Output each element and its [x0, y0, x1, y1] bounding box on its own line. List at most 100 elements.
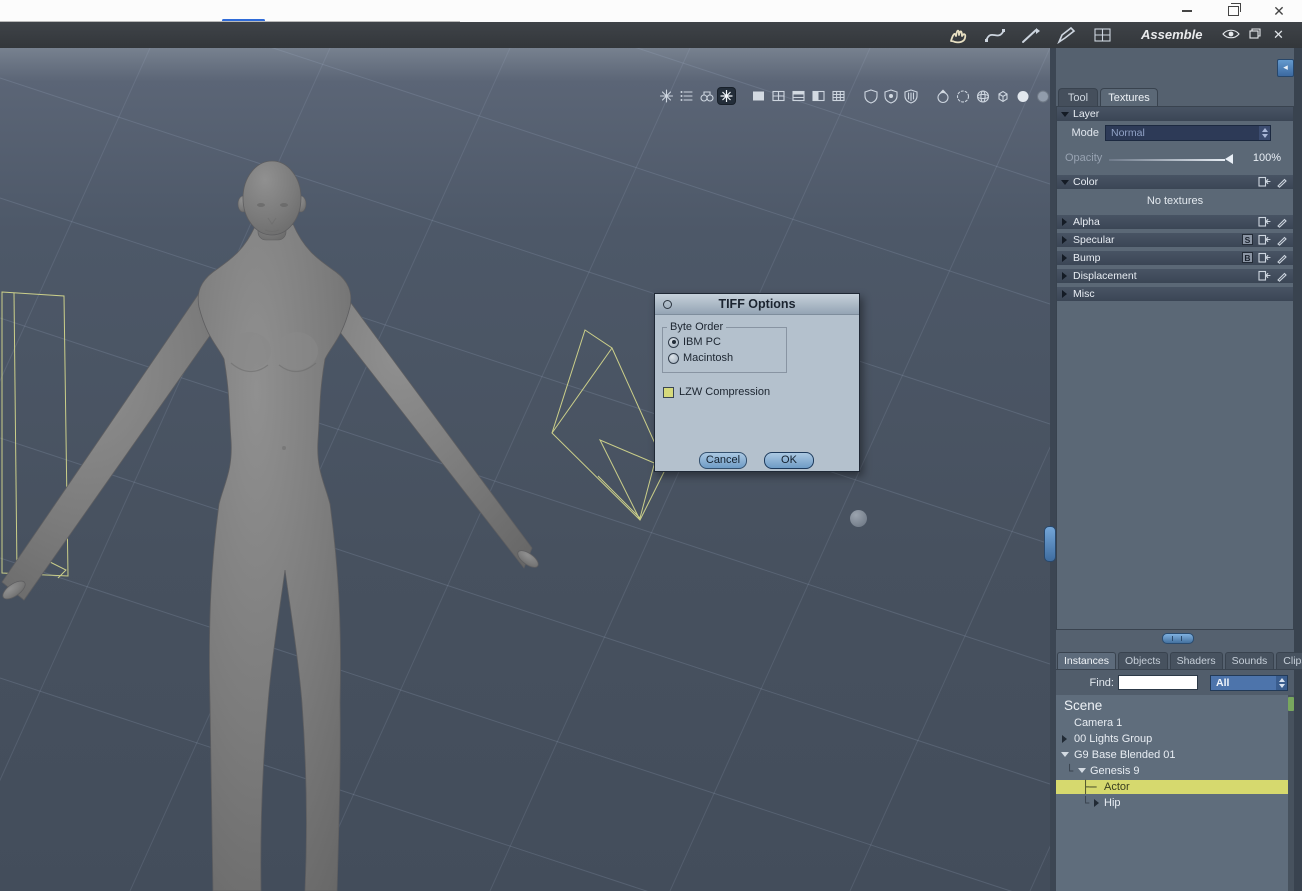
chevron-right-icon[interactable]	[1062, 735, 1067, 743]
panel-divider-grip[interactable]	[1044, 526, 1056, 562]
tree-row-hip[interactable]: └ Hip	[1056, 795, 1288, 811]
chevron-right-icon[interactable]	[1094, 799, 1099, 807]
tab-sounds[interactable]: Sounds	[1224, 652, 1275, 669]
wand-icon[interactable]	[658, 88, 675, 104]
list-icon[interactable]	[678, 88, 695, 104]
import-icon[interactable]	[1258, 270, 1271, 286]
app-toolbar: Assemble ✕	[0, 22, 1302, 48]
edit-icon[interactable]	[1276, 234, 1289, 250]
spline-tool-icon[interactable]	[982, 25, 1008, 45]
tab-objects[interactable]: Objects	[1117, 652, 1168, 669]
opacity-slider-track[interactable]	[1109, 159, 1225, 161]
displacement-section-header[interactable]: Displacement	[1057, 269, 1293, 283]
tiff-options-dialog: TIFF Options Byte Order IBM PC Macintosh…	[654, 293, 860, 472]
chevron-right-icon	[1062, 236, 1067, 244]
radio-button-icon[interactable]	[668, 336, 679, 348]
shield-icon[interactable]	[862, 88, 879, 104]
close-icon[interactable]: ✕	[1262, 0, 1296, 22]
grid-tool-icon[interactable]	[1090, 25, 1116, 45]
import-icon[interactable]	[1258, 234, 1271, 250]
viewport-toolbar	[658, 88, 1051, 104]
hand-tool-icon[interactable]	[946, 25, 972, 45]
radio-ibm-pc[interactable]: IBM PC	[668, 336, 721, 348]
close-panel-icon[interactable]: ✕	[1273, 27, 1284, 43]
import-icon[interactable]	[1258, 252, 1271, 268]
specular-header-label: Specular	[1073, 234, 1115, 246]
tab-tool[interactable]: Tool	[1058, 88, 1098, 106]
alpha-section-header[interactable]: Alpha	[1057, 215, 1293, 229]
bump-section-header[interactable]: Bump B	[1057, 251, 1293, 265]
radio-macintosh[interactable]: Macintosh	[668, 352, 733, 364]
color-section-header[interactable]: Color	[1057, 175, 1293, 189]
chevron-down-icon[interactable]	[1078, 768, 1086, 773]
tree-item-label: Genesis 9	[1090, 765, 1140, 777]
shield-lines-icon[interactable]	[902, 88, 919, 104]
layer-section-header[interactable]: Layer	[1057, 107, 1293, 121]
find-input[interactable]	[1118, 675, 1198, 690]
scene-sphere-object[interactable]	[850, 510, 867, 527]
tree-row-lights-group[interactable]: 00 Lights Group	[1056, 731, 1288, 747]
find-row: Find: All	[1056, 669, 1294, 696]
tree-row-actor[interactable]: ├─ Actor	[1056, 779, 1288, 795]
minimize-icon[interactable]	[1170, 0, 1204, 22]
split-square-icon[interactable]	[810, 88, 827, 104]
scrollbar-thumb[interactable]	[1288, 697, 1294, 711]
tree-item-label: Hip	[1104, 797, 1121, 809]
tab-textures[interactable]: Textures	[1100, 88, 1158, 106]
mode-dropdown[interactable]: Normal	[1105, 125, 1271, 141]
3d-viewport[interactable]	[0, 48, 1050, 891]
scrollbar[interactable]	[1288, 695, 1294, 891]
edit-icon[interactable]	[1276, 252, 1289, 268]
tab-instances[interactable]: Instances	[1057, 652, 1116, 669]
light-sphere-icon[interactable]	[1014, 88, 1031, 104]
rows-icon[interactable]	[790, 88, 807, 104]
snowflake-icon[interactable]	[718, 88, 735, 104]
eye-icon[interactable]	[1222, 27, 1240, 46]
grid-2x2-icon[interactable]	[770, 88, 787, 104]
lzw-compression-checkbox[interactable]: LZW Compression	[663, 386, 770, 398]
scene-tree: Scene Camera 1 00 Lights Group G9 Base B…	[1056, 695, 1294, 891]
brush-tool-icon[interactable]	[1018, 25, 1044, 45]
checkbox-icon[interactable]	[663, 386, 674, 398]
binoculars-icon[interactable]	[698, 88, 715, 104]
edit-icon[interactable]	[1276, 270, 1289, 286]
edit-icon[interactable]	[1276, 216, 1289, 232]
ok-button[interactable]: OK	[764, 452, 814, 469]
panel-splitter-handle[interactable]	[1162, 633, 1194, 644]
tree-row-g9-base[interactable]: G9 Base Blended 01	[1056, 747, 1288, 763]
restore-icon[interactable]	[1216, 0, 1250, 22]
tree-row-genesis9[interactable]: └ Genesis 9	[1056, 763, 1288, 779]
pen-tool-icon[interactable]	[1054, 25, 1080, 45]
import-icon[interactable]	[1258, 176, 1271, 192]
specular-section-header[interactable]: Specular S	[1057, 233, 1293, 247]
wire-sphere-icon[interactable]	[974, 88, 991, 104]
cancel-button[interactable]: Cancel	[699, 452, 747, 469]
shield-dot-icon[interactable]	[882, 88, 899, 104]
chevron-down-icon[interactable]	[1061, 752, 1069, 757]
dense-grid-icon[interactable]	[830, 88, 847, 104]
edit-icon[interactable]	[1276, 176, 1289, 192]
orbit-icon[interactable]	[934, 88, 951, 104]
chevron-right-icon	[1062, 218, 1067, 226]
chevron-right-icon	[1062, 272, 1067, 280]
tab-clips[interactable]: Clips	[1276, 652, 1302, 669]
cube-icon[interactable]	[994, 88, 1011, 104]
tab-shaders[interactable]: Shaders	[1169, 652, 1223, 669]
chevron-updown-icon[interactable]	[1259, 126, 1270, 140]
tree-row-camera[interactable]: Camera 1	[1056, 715, 1288, 731]
chevron-updown-icon[interactable]	[1276, 676, 1287, 690]
lzw-label: LZW Compression	[679, 386, 771, 398]
dotted-sphere-icon[interactable]	[954, 88, 971, 104]
radio-mac-label: Macintosh	[683, 352, 734, 364]
restore-panel-icon[interactable]	[1248, 27, 1262, 46]
bump-header-label: Bump	[1073, 252, 1101, 264]
misc-section-header[interactable]: Misc	[1057, 287, 1293, 301]
radio-button-icon[interactable]	[668, 352, 679, 364]
panel-collapse-button[interactable]: ◂	[1277, 59, 1294, 77]
dark-sphere-icon[interactable]	[1034, 88, 1051, 104]
import-icon[interactable]	[1258, 216, 1271, 232]
square-filled-icon[interactable]	[750, 88, 767, 104]
filter-dropdown[interactable]: All	[1210, 675, 1288, 691]
opacity-slider-handle[interactable]	[1225, 154, 1233, 164]
dialog-titlebar[interactable]: TIFF Options	[655, 294, 859, 315]
